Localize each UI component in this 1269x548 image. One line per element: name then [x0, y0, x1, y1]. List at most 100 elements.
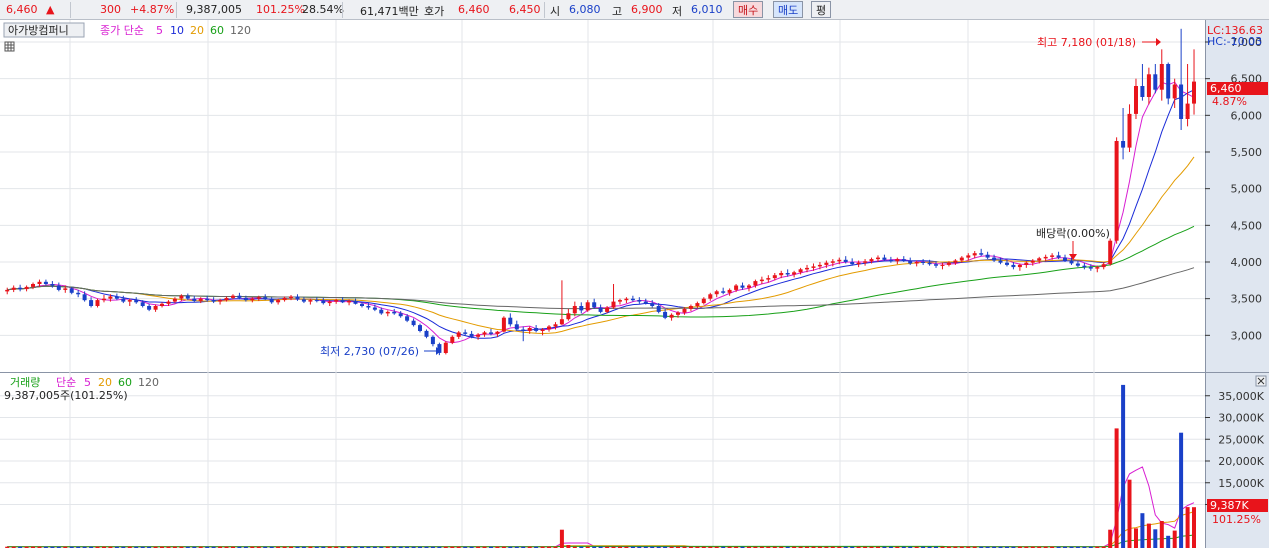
candle-body — [63, 288, 68, 290]
ma-label: 종가 단순 — [100, 24, 144, 37]
volume-bar — [1166, 535, 1171, 548]
candle-body — [1037, 258, 1042, 261]
candle-body — [637, 300, 642, 302]
volume-value-label: 9,387,005주(101.25%) — [4, 389, 128, 402]
candle-body — [205, 298, 210, 301]
candle-body — [682, 308, 687, 313]
candle-body — [514, 324, 519, 330]
candle-body — [476, 334, 481, 337]
average-price-button[interactable]: 평 — [811, 1, 832, 18]
candle-body — [218, 300, 223, 302]
candle-body — [843, 259, 848, 262]
candle-body — [121, 298, 126, 302]
candle-body — [585, 302, 590, 311]
price-change: 300 — [100, 3, 121, 16]
volume-bar — [1159, 521, 1164, 548]
candle-body — [534, 328, 539, 331]
volume-grid — [0, 395, 1205, 505]
candle-body — [656, 306, 661, 312]
candle-body — [643, 301, 648, 304]
candle-body — [469, 333, 474, 337]
candle-body — [630, 298, 635, 301]
candle-body — [495, 331, 500, 334]
candle-body — [172, 298, 177, 302]
candle-body — [1017, 264, 1022, 268]
volume-bar — [1108, 529, 1113, 548]
candle-body — [830, 261, 835, 263]
bid-price-1: 6,460 — [458, 3, 490, 16]
sell-button[interactable]: 매도 — [773, 1, 804, 18]
candle-body — [1024, 262, 1029, 265]
candle-body — [1127, 113, 1132, 148]
turnover-pct: 28.54% — [302, 3, 344, 16]
candle-body — [611, 301, 616, 308]
candle-body — [798, 269, 803, 273]
candle-body — [1185, 103, 1190, 119]
bid-price-2: 6,450 — [509, 3, 541, 16]
candle-body — [869, 259, 874, 262]
volume-ratio: 101.25% — [256, 3, 305, 16]
candle-body — [901, 259, 906, 261]
high-label: 고 — [612, 5, 623, 18]
candle-body — [521, 329, 526, 331]
current-price-tag-text: 6,460 — [1210, 82, 1242, 95]
candle-body — [179, 295, 184, 299]
candle-body — [482, 332, 487, 335]
current-price: 6,460 — [6, 3, 38, 16]
candle-body — [31, 284, 35, 287]
candle-body — [185, 295, 190, 299]
volume-bar — [1153, 529, 1158, 548]
candle-body — [1134, 86, 1138, 114]
candle-body — [1095, 267, 1100, 269]
ma-120-label: 120 — [230, 24, 251, 37]
candle-body — [688, 306, 693, 309]
candle-body — [250, 298, 255, 301]
price-tick-label: 5,500 — [1231, 146, 1263, 159]
candle-body — [89, 300, 94, 306]
volume-bar — [1140, 513, 1145, 548]
divider — [70, 2, 71, 18]
candle-body — [998, 260, 1003, 263]
candle-body — [779, 273, 784, 276]
candle-body — [50, 284, 55, 286]
buy-button[interactable]: 매수 — [733, 1, 764, 18]
candle-body — [1050, 255, 1055, 257]
candle-body — [231, 295, 235, 298]
candle-body — [547, 326, 551, 330]
candle-body — [321, 300, 326, 304]
candle-body — [669, 314, 674, 318]
volume-bar — [1146, 523, 1151, 548]
candle-body — [1166, 64, 1171, 99]
candle-body — [559, 319, 564, 325]
candle-body — [334, 300, 339, 302]
volume-bars — [5, 384, 1196, 548]
candle-body — [676, 312, 680, 315]
volume-title: 거래량 — [10, 376, 40, 389]
candle-body — [366, 306, 371, 308]
candle-body — [624, 298, 629, 301]
candle-body — [192, 298, 197, 301]
candle-body — [572, 306, 577, 314]
price-tick-label: 4,000 — [1231, 256, 1263, 269]
volume-bar — [1172, 530, 1177, 548]
candle-body — [540, 329, 545, 331]
candle-body — [740, 285, 745, 288]
candle-body — [1153, 74, 1158, 90]
candle-body — [211, 300, 216, 302]
candle-body — [1146, 74, 1151, 97]
divider — [176, 2, 177, 18]
candle-body — [805, 267, 809, 270]
candle-body — [992, 257, 997, 261]
volume-ma-label: 단순 — [56, 376, 76, 389]
candle-body — [1043, 256, 1048, 259]
candle-body — [102, 298, 106, 301]
ma-20-label: 20 — [190, 24, 204, 37]
candle-body — [1063, 257, 1067, 261]
candle-body — [37, 281, 42, 284]
candle-body — [747, 285, 751, 288]
candle-body — [114, 296, 119, 299]
low-label: 저 — [672, 5, 683, 18]
candle-body — [979, 253, 984, 255]
volume-tick-label: 20,000K — [1218, 455, 1264, 468]
close-panel-icon[interactable] — [1255, 375, 1267, 387]
